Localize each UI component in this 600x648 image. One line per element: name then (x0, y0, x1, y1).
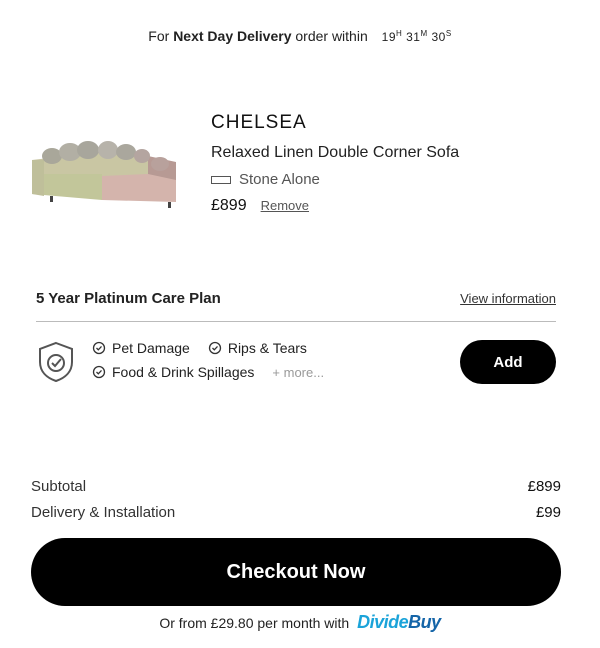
timer-minutes: 31 (406, 30, 421, 44)
finance-text: Or from £29.80 per month with (159, 615, 350, 631)
product-variant: Stone Alone (211, 171, 459, 188)
feature-label: Rips & Tears (227, 340, 307, 356)
feature-item: Pet Damage (92, 340, 190, 356)
check-circle-icon (92, 365, 106, 379)
subtotal-label: Subtotal (31, 478, 87, 495)
delivery-row: Delivery & Installation £99 (31, 504, 561, 521)
delivery-suffix: order within (295, 28, 368, 44)
add-care-plan-button[interactable]: Add (460, 340, 556, 384)
subtotal-row: Subtotal £899 (31, 478, 561, 495)
delivery-prefix: For (148, 28, 170, 44)
care-plan-body: Pet Damage Rips & Tears Food & Drink Spi… (36, 322, 556, 392)
swatch-icon (211, 175, 231, 184)
checkout-button[interactable]: Checkout Now (31, 538, 561, 606)
care-plan: 5 Year Platinum Care Plan View informati… (36, 290, 556, 392)
care-plan-title: 5 Year Platinum Care Plan (36, 290, 221, 307)
product-name: Relaxed Linen Double Corner Sofa (211, 144, 460, 161)
logo-part-1: Divide (357, 612, 409, 632)
view-information-link[interactable]: View information (460, 291, 556, 306)
variant-label: Stone Alone (239, 171, 320, 188)
feature-item: Food & Drink Spillages (92, 364, 254, 380)
sofa-image (32, 141, 176, 208)
countdown-timer: 19H 31M 30S (381, 29, 452, 44)
cart-item: CHELSEA Relaxed Linen Double Corner Sofa… (30, 112, 570, 222)
feature-label: Food & Drink Spillages (112, 364, 255, 380)
timer-hours-unit: H (396, 29, 403, 38)
timer-seconds: 30 (431, 30, 446, 44)
product-info: CHELSEA Relaxed Linen Double Corner Sofa… (211, 112, 459, 215)
order-totals: Subtotal £899 Delivery & Installation £9… (31, 478, 561, 530)
more-features-link[interactable]: + more... (272, 365, 324, 380)
shield-check-icon (39, 341, 73, 383)
timer-minutes-unit: M (420, 29, 428, 38)
remove-link[interactable]: Remove (261, 198, 309, 213)
feature-label: Pet Damage (112, 340, 190, 356)
delivery-type: Next Day Delivery (173, 28, 292, 44)
timer-seconds-unit: S (445, 29, 452, 38)
delivery-value: £99 (535, 504, 561, 521)
timer-hours: 19 (381, 30, 396, 44)
delivery-label: Delivery & Installation (31, 504, 176, 521)
care-plan-header: 5 Year Platinum Care Plan View informati… (36, 290, 556, 322)
delivery-banner: For Next Day Delivery order within 19H 3… (0, 28, 600, 44)
care-plan-features: Pet Damage Rips & Tears Food & Drink Spi… (92, 340, 325, 388)
product-brand: CHELSEA (211, 112, 307, 133)
logo-part-2: Buy (408, 612, 441, 632)
dividebuy-logo[interactable]: DivideBuy (357, 612, 441, 632)
check-circle-icon (92, 341, 106, 355)
product-price: £899 (211, 197, 247, 214)
finance-offer: Or from £29.80 per month with DivideBuy (0, 612, 600, 633)
feature-item: Rips & Tears (208, 340, 307, 356)
price-row: £899 Remove (211, 197, 459, 215)
check-circle-icon (208, 341, 221, 355)
subtotal-value: £899 (527, 478, 561, 495)
